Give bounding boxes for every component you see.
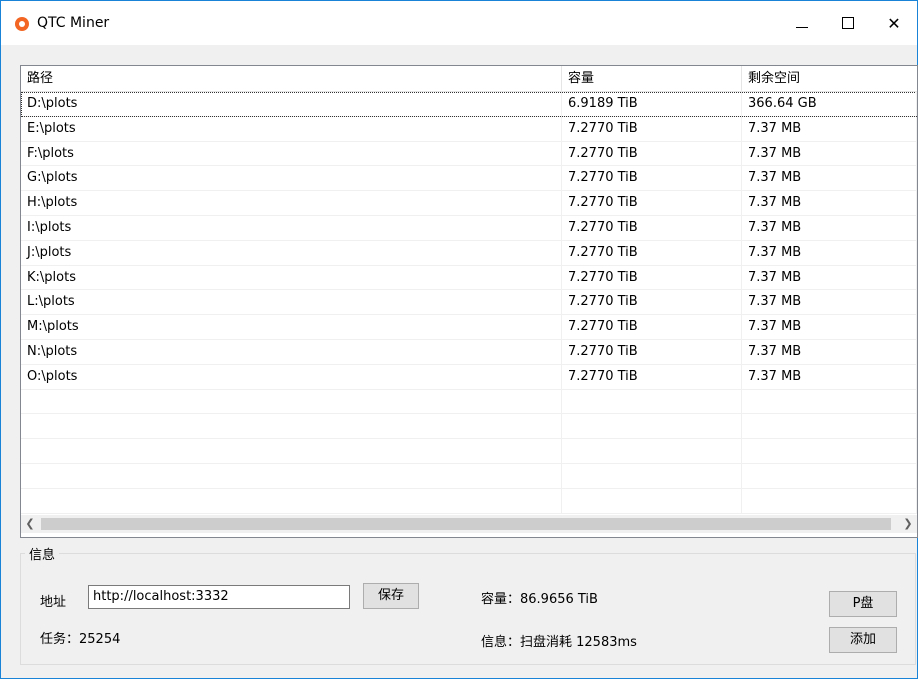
maximize-button[interactable]	[825, 1, 871, 45]
cell-free-space: 7.37 MB	[742, 166, 917, 191]
table-header: 路径 容量 剩余空间	[21, 66, 917, 92]
cell-path: H:\plots	[21, 191, 562, 216]
total-capacity: 容量：86.9656 TiB	[481, 592, 598, 607]
empty-cell	[21, 414, 562, 439]
cell-capacity: 7.2770 TiB	[562, 166, 742, 191]
empty-table-row	[21, 488, 917, 514]
table-row[interactable]: L:\plots 7.2770 TiB 7.37 MB	[21, 290, 917, 316]
column-header-path[interactable]: 路径	[21, 66, 562, 91]
cell-capacity: 7.2770 TiB	[562, 116, 742, 141]
cell-path: E:\plots	[21, 116, 562, 141]
table-row[interactable]: I:\plots 7.2770 TiB 7.37 MB	[21, 215, 917, 241]
table-row[interactable]: M:\plots 7.2770 TiB 7.37 MB	[21, 315, 917, 340]
app-logo-icon	[15, 17, 29, 31]
scrollbar-thumb[interactable]	[41, 518, 891, 530]
empty-cell	[742, 389, 917, 414]
empty-cell	[21, 439, 562, 464]
cell-free-space: 7.37 MB	[742, 191, 917, 216]
cell-path: L:\plots	[21, 290, 562, 315]
cell-capacity: 7.2770 TiB	[562, 215, 742, 240]
empty-table-row	[21, 389, 917, 415]
minimize-button[interactable]	[779, 1, 825, 45]
cell-capacity: 7.2770 TiB	[562, 339, 742, 364]
empty-cell	[742, 463, 917, 488]
empty-cell	[742, 414, 917, 439]
table-row[interactable]: F:\plots 7.2770 TiB 7.37 MB	[21, 141, 917, 167]
table-row[interactable]: N:\plots 7.2770 TiB 7.37 MB	[21, 339, 917, 365]
cell-capacity: 7.2770 TiB	[562, 240, 742, 265]
app-window: QTC Miner ✕ 路径 容量 剩余空间 D:\plots 6.9189 Ti…	[0, 0, 918, 679]
table-row[interactable]: E:\plots 7.2770 TiB 7.37 MB	[21, 116, 917, 142]
cell-capacity: 7.2770 TiB	[562, 191, 742, 216]
cell-path: G:\plots	[21, 166, 562, 191]
table-body: D:\plots 6.9189 TiB 366.64 GB E:\plots 7.277…	[21, 92, 917, 514]
column-header-capacity[interactable]: 容量	[562, 66, 742, 91]
cell-capacity: 7.2770 TiB	[562, 265, 742, 290]
table-row[interactable]: G:\plots 7.2770 TiB 7.37 MB	[21, 166, 917, 192]
cell-free-space: 7.37 MB	[742, 315, 917, 340]
table-row[interactable]: H:\plots 7.2770 TiB 7.37 MB	[21, 191, 917, 216]
column-header-free-space[interactable]: 剩余空间	[742, 66, 917, 91]
cell-free-space: 7.37 MB	[742, 141, 917, 166]
cell-path: N:\plots	[21, 339, 562, 364]
task-count: 任务：25254	[40, 632, 121, 647]
cell-free-space: 7.37 MB	[742, 265, 917, 290]
table-row[interactable]: O:\plots 7.2770 TiB 7.37 MB	[21, 364, 917, 390]
plots-table[interactable]: 路径 容量 剩余空间 D:\plots 6.9189 TiB 366.64 GB E:…	[20, 65, 918, 538]
horizontal-scrollbar[interactable]: ❮ ❯	[21, 515, 917, 533]
empty-cell	[562, 463, 742, 488]
empty-cell	[742, 439, 917, 464]
cell-free-space: 7.37 MB	[742, 339, 917, 364]
empty-cell	[21, 488, 562, 513]
empty-table-row	[21, 414, 917, 440]
cell-capacity: 7.2770 TiB	[562, 315, 742, 340]
scroll-left-icon[interactable]: ❮	[21, 515, 39, 533]
plot-button[interactable]: P盘	[829, 591, 897, 617]
save-button[interactable]: 保存	[363, 583, 419, 609]
empty-cell	[562, 439, 742, 464]
status-message: 信息：扫盘消耗 12583ms	[481, 635, 637, 650]
cell-free-space: 7.37 MB	[742, 215, 917, 240]
minimize-icon	[796, 26, 808, 28]
cell-capacity: 7.2770 TiB	[562, 290, 742, 315]
cell-path: J:\plots	[21, 240, 562, 265]
table-row[interactable]: D:\plots 6.9189 TiB 366.64 GB	[21, 92, 917, 117]
cell-path: M:\plots	[21, 315, 562, 340]
empty-cell	[21, 463, 562, 488]
cell-free-space: 366.64 GB	[742, 92, 917, 116]
empty-cell	[562, 488, 742, 513]
close-icon: ✕	[887, 13, 901, 33]
scroll-right-icon[interactable]: ❯	[899, 515, 917, 533]
maximize-icon	[842, 17, 854, 29]
empty-cell	[562, 389, 742, 414]
close-button[interactable]: ✕	[871, 1, 917, 45]
cell-path: D:\plots	[21, 92, 562, 116]
info-group	[20, 553, 916, 665]
table-row[interactable]: K:\plots 7.2770 TiB 7.37 MB	[21, 265, 917, 291]
cell-path: O:\plots	[21, 364, 562, 389]
empty-table-row	[21, 439, 917, 464]
cell-capacity: 6.9189 TiB	[562, 92, 742, 116]
info-group-title: 信息	[25, 544, 60, 563]
address-input[interactable]: http://localhost:3332	[88, 585, 350, 609]
address-label: 地址	[40, 595, 67, 610]
table-row[interactable]: J:\plots 7.2770 TiB 7.37 MB	[21, 240, 917, 266]
cell-free-space: 7.37 MB	[742, 364, 917, 389]
cell-capacity: 7.2770 TiB	[562, 141, 742, 166]
empty-cell	[562, 414, 742, 439]
title-bar[interactable]: QTC Miner ✕	[1, 1, 917, 45]
empty-table-row	[21, 463, 917, 489]
cell-path: F:\plots	[21, 141, 562, 166]
empty-cell	[21, 389, 562, 414]
cell-path: I:\plots	[21, 215, 562, 240]
empty-cell	[742, 488, 917, 513]
cell-free-space: 7.37 MB	[742, 290, 917, 315]
cell-free-space: 7.37 MB	[742, 116, 917, 141]
add-button[interactable]: 添加	[829, 627, 897, 653]
cell-path: K:\plots	[21, 265, 562, 290]
cell-capacity: 7.2770 TiB	[562, 364, 742, 389]
cell-free-space: 7.37 MB	[742, 240, 917, 265]
window-title: QTC Miner	[37, 15, 110, 31]
